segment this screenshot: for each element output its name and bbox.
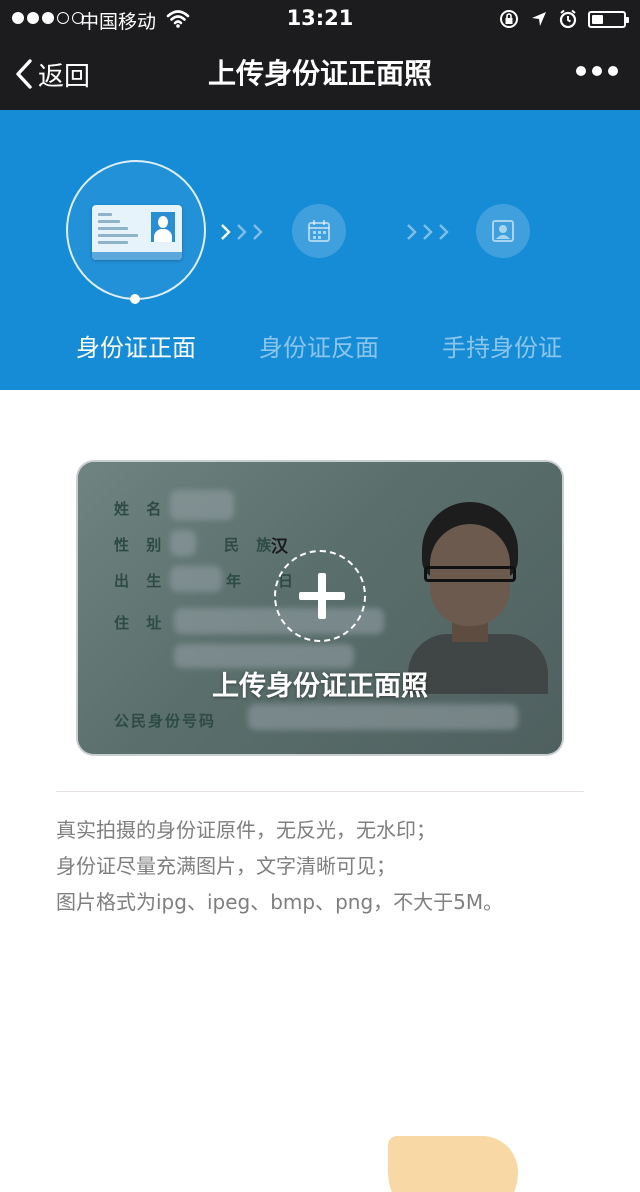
id-card-front-icon bbox=[92, 205, 182, 260]
sample-portrait-photo bbox=[408, 494, 548, 694]
upload-instructions: 真实拍摄的身份证原件，无反光，无水印； 身份证尽量充满图片，文字清晰可见； 图片… bbox=[56, 812, 616, 920]
alarm-icon bbox=[559, 9, 577, 29]
more-dot-icon bbox=[592, 66, 602, 76]
status-bar: 中国移动 13:21 bbox=[0, 0, 640, 38]
upload-id-front-page: 中国移动 13:21 返回 上传身份证正面照 身份证正面 身份证反面 手持身份证… bbox=[0, 0, 640, 1192]
step-arrow-icon bbox=[407, 224, 449, 240]
instruction-line: 图片格式为ipg、ipeg、bmp、png，不大于5M。 bbox=[56, 890, 504, 914]
divider bbox=[56, 791, 584, 792]
step-label-handheld-id: 手持身份证 bbox=[442, 334, 562, 362]
instruction-line: 身份证尽量充满图片，文字清晰可见； bbox=[56, 854, 396, 878]
calendar-icon bbox=[292, 204, 346, 258]
more-options-button[interactable] bbox=[576, 66, 618, 76]
field-value-ethnicity: 汉 bbox=[271, 537, 288, 557]
orientation-lock-icon bbox=[500, 10, 518, 28]
field-label-year: 年 bbox=[226, 572, 248, 590]
step-label-id-front: 身份证正面 bbox=[76, 334, 196, 362]
upload-label: 上传身份证正面照 bbox=[212, 671, 428, 702]
active-step-indicator bbox=[130, 294, 140, 304]
page-title: 上传身份证正面照 bbox=[207, 57, 432, 90]
status-icons bbox=[498, 8, 629, 30]
field-label-name: 姓 名 bbox=[114, 500, 168, 518]
field-label-address: 住 址 bbox=[114, 614, 168, 632]
location-arrow-icon bbox=[532, 12, 546, 26]
portrait-icon bbox=[476, 204, 530, 258]
navigation-bar: 返回 上传身份证正面照 bbox=[0, 38, 640, 110]
more-dot-icon bbox=[608, 66, 618, 76]
battery-icon bbox=[588, 10, 629, 28]
field-label-ethnicity: 民 族 bbox=[224, 536, 278, 554]
decorative-hand-graphic bbox=[388, 1136, 518, 1192]
chevron-left-icon bbox=[16, 59, 32, 89]
step-label-id-back: 身份证反面 bbox=[259, 334, 379, 362]
id-card-upload-area[interactable]: 姓 名 性 别 民 族 汉 出 生 年 日 住 址 公民身份号码 上传身份证正面… bbox=[78, 462, 562, 754]
plus-icon bbox=[318, 573, 326, 619]
back-label: 返回 bbox=[38, 61, 91, 92]
step-arrow-icon bbox=[221, 224, 263, 240]
field-label-birth: 出 生 bbox=[114, 572, 168, 590]
field-label-id-number: 公民身份号码 bbox=[114, 712, 217, 730]
add-photo-button[interactable] bbox=[274, 550, 366, 642]
more-dot-icon bbox=[576, 66, 586, 76]
instruction-line: 真实拍摄的身份证原件，无反光，无水印； bbox=[56, 818, 436, 842]
back-button[interactable]: 返回 bbox=[14, 38, 90, 110]
field-label-gender: 性 别 bbox=[114, 536, 168, 554]
step-progress-header: 身份证正面 身份证反面 手持身份证 bbox=[0, 110, 640, 390]
